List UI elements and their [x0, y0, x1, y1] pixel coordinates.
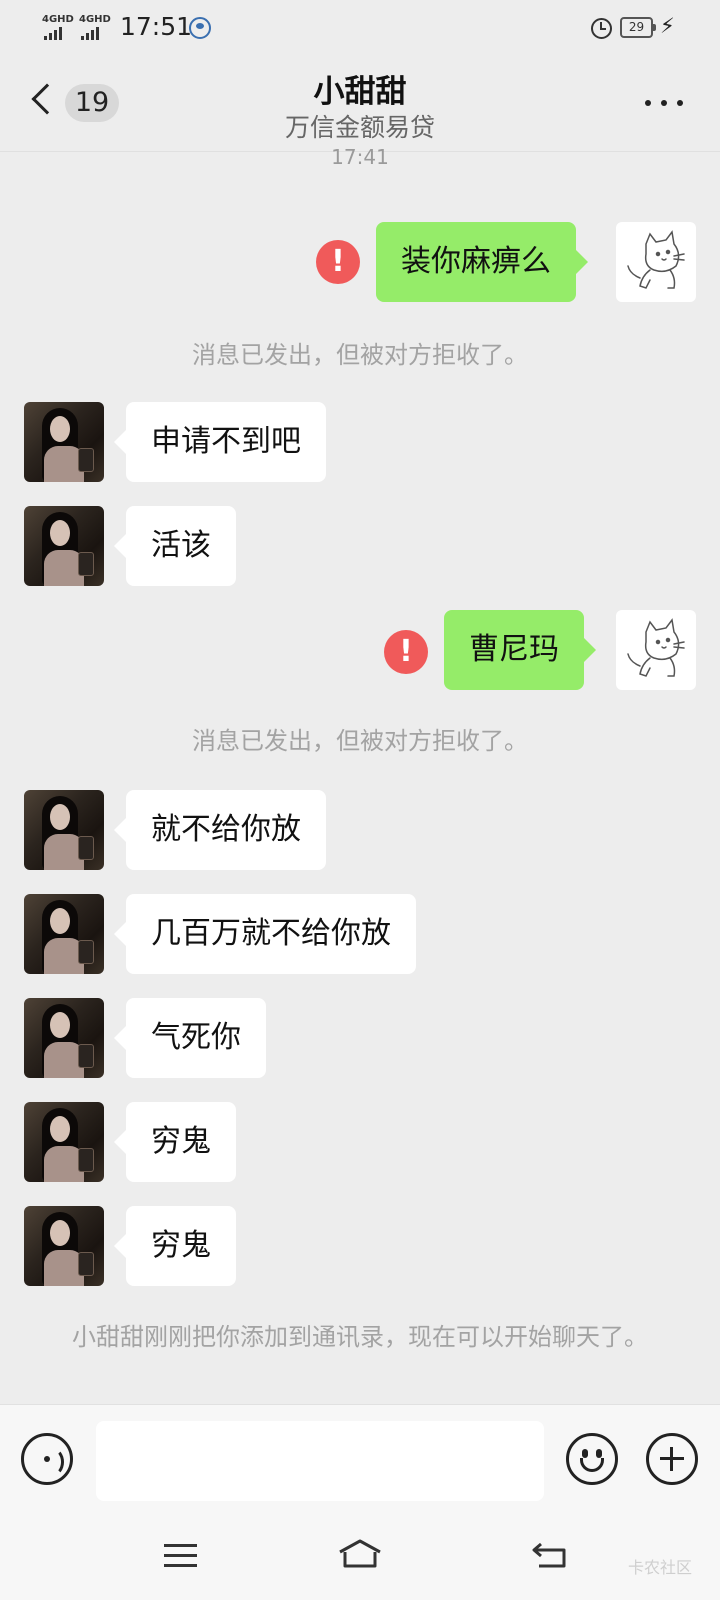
bolt-icon: ⚡︎: [660, 14, 675, 38]
message-input[interactable]: [96, 1421, 544, 1501]
message-bubble-incoming[interactable]: 活该: [114, 506, 236, 586]
battery-icon: 29: [620, 17, 656, 38]
chat-subtitle: 万信金额易贷: [284, 113, 435, 142]
contact-avatar[interactable]: [24, 1206, 104, 1286]
contact-avatar[interactable]: [24, 790, 104, 870]
my-avatar[interactable]: [616, 222, 696, 302]
message-bubble-incoming[interactable]: 就不给你放: [114, 790, 326, 870]
status-bar: 4GHD 4GHD 17:51 29 ⚡︎: [0, 0, 720, 56]
message-bubble-incoming[interactable]: 申请不到吧: [114, 402, 326, 482]
contact-avatar[interactable]: [24, 402, 104, 482]
input-bar: [0, 1404, 720, 1514]
back-nav-icon[interactable]: [531, 1540, 567, 1570]
status-time: 17:51: [120, 12, 193, 41]
rejected-notice: 消息已发出，但被对方拒收了。: [192, 341, 528, 369]
send-error-icon[interactable]: !: [316, 240, 360, 284]
chat-title: 小甜甜: [313, 74, 407, 110]
menu-icon[interactable]: [164, 1544, 197, 1568]
rejected-notice: 消息已发出，但被对方拒收了。: [192, 727, 528, 755]
contact-avatar[interactable]: [24, 894, 104, 974]
system-nav-bar: 卡农社区: [0, 1514, 720, 1600]
alarm-icon: [591, 18, 612, 39]
plus-icon[interactable]: [646, 1433, 698, 1485]
more-icon[interactable]: [645, 100, 683, 106]
contact-avatar[interactable]: [24, 506, 104, 586]
signal-label: 4GHD: [79, 14, 111, 25]
cat-sketch-icon: [627, 230, 685, 289]
voice-icon[interactable]: [21, 1433, 73, 1485]
message-bubble-incoming[interactable]: 穷鬼: [114, 1206, 236, 1286]
message-bubble-incoming[interactable]: 穷鬼: [114, 1102, 236, 1182]
message-bubble-incoming[interactable]: 气死你: [114, 998, 266, 1078]
my-avatar[interactable]: [616, 610, 696, 690]
contact-avatar[interactable]: [24, 1102, 104, 1182]
hd-call-icon: [189, 17, 211, 39]
emoji-icon[interactable]: [566, 1433, 618, 1485]
home-icon[interactable]: [337, 1538, 383, 1570]
cat-sketch-icon: [627, 618, 685, 677]
message-bubble-outgoing[interactable]: 装你麻痹么: [376, 222, 588, 302]
message-bubble-outgoing[interactable]: 曹尼玛: [444, 610, 596, 690]
signal-icon: 4GHD: [79, 14, 113, 40]
contact-added-notice: 小甜甜刚刚把你添加到通讯录，现在可以开始聊天了。: [72, 1323, 648, 1351]
send-error-icon[interactable]: !: [384, 630, 428, 674]
message-bubble-incoming[interactable]: 几百万就不给你放: [114, 894, 416, 974]
signal-icon: 4GHD: [42, 14, 76, 40]
signal-label: 4GHD: [42, 14, 74, 25]
contact-avatar[interactable]: [24, 998, 104, 1078]
watermark: 卡农社区: [628, 1558, 693, 1577]
chat-header: 19 小甜甜 万信金额易贷: [0, 56, 720, 152]
message-timestamp: 17:41: [331, 145, 389, 169]
